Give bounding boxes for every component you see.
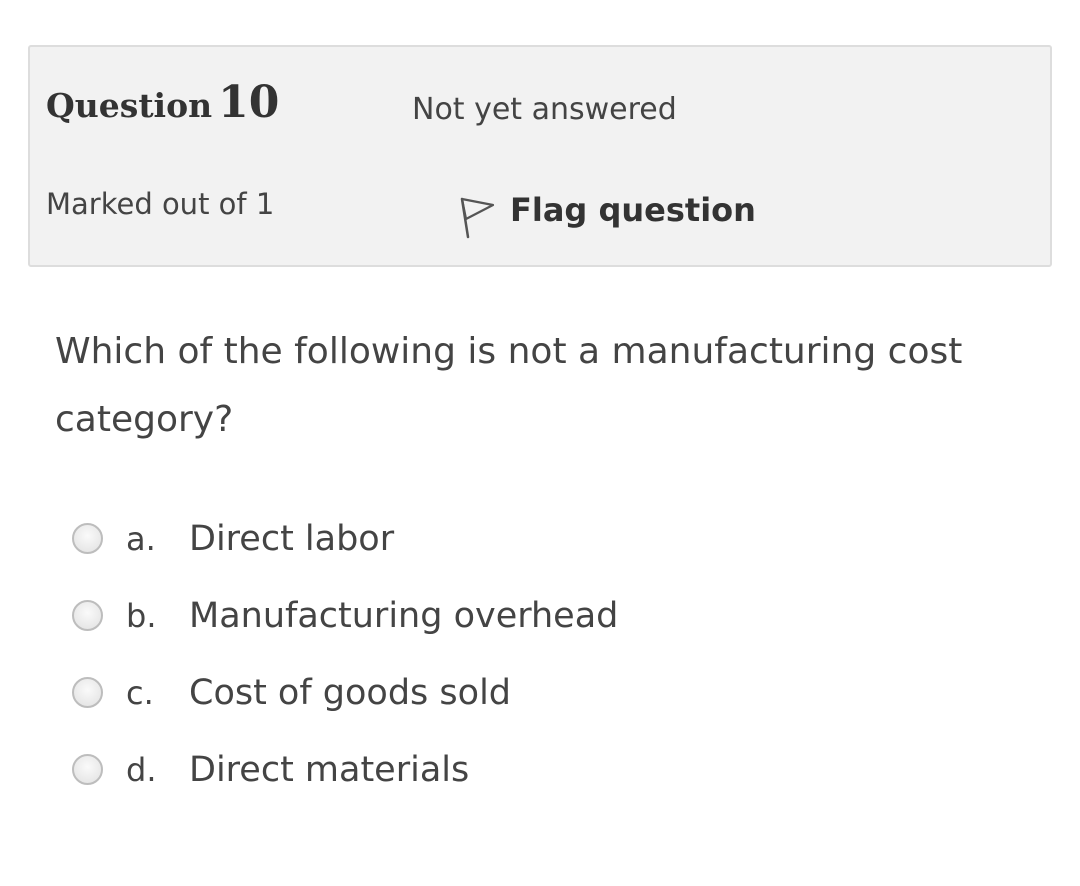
question-text: Which of the following is not a manufact… — [55, 331, 963, 440]
answer-text[interactable]: Cost of goods sold — [189, 673, 511, 713]
answer-letter: a. — [126, 519, 156, 558]
flag-icon — [458, 197, 496, 241]
radio-button[interactable] — [72, 600, 103, 631]
question-number: 10 — [218, 77, 280, 128]
radio-button[interactable] — [72, 677, 103, 708]
radio-button[interactable] — [72, 523, 103, 554]
answer-text[interactable]: Manufacturing overhead — [189, 596, 618, 636]
question-title: Question 10 — [46, 77, 279, 128]
question-info-box: Question 10 Not yet answered Marked out o… — [28, 45, 1052, 267]
question-label: Question — [46, 86, 213, 125]
answer-text[interactable]: Direct labor — [189, 519, 394, 559]
answer-option-d[interactable]: d. Direct materials — [72, 731, 972, 808]
answer-option-b[interactable]: b. Manufacturing overhead — [72, 577, 972, 654]
answer-option-a[interactable]: a. Direct labor — [72, 500, 972, 577]
answer-letter: d. — [126, 750, 157, 789]
answer-letter: c. — [126, 673, 154, 712]
answer-list: a. Direct labor b. Manufacturing overhea… — [72, 500, 972, 808]
answer-option-c[interactable]: c. Cost of goods sold — [72, 654, 972, 731]
answer-letter: b. — [126, 596, 157, 635]
flag-question-label: Flag question — [510, 191, 756, 229]
question-state: Not yet answered — [412, 92, 677, 127]
radio-button[interactable] — [72, 754, 103, 785]
answer-text[interactable]: Direct materials — [189, 750, 469, 790]
flag-question-button[interactable]: Flag question — [458, 179, 756, 241]
question-grade: Marked out of 1 — [46, 187, 275, 221]
